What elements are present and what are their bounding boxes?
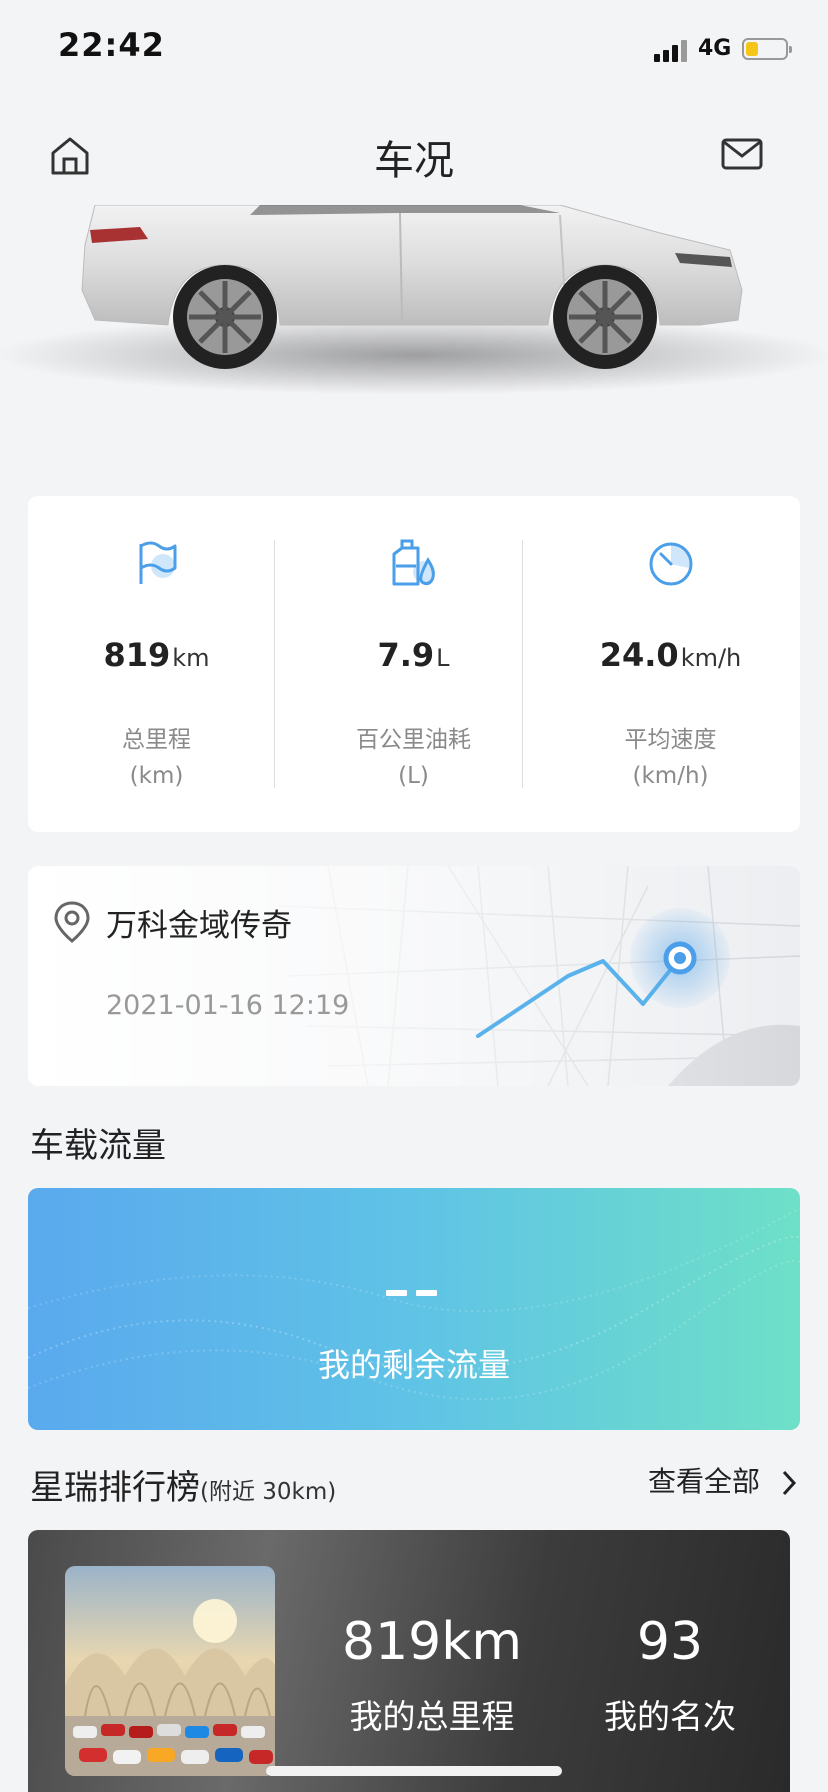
fuel-consumption-label: 百公里油耗 xyxy=(356,727,471,753)
average-speed-label: 平均速度 xyxy=(624,727,717,753)
stat-total-mileage[interactable]: 819km 总里程 (km) xyxy=(28,496,285,832)
average-speed-sublabel: (km/h) xyxy=(632,763,709,789)
fuel-consumption-value: 7.9 xyxy=(377,636,435,674)
status-time: 22:42 xyxy=(58,26,165,64)
view-all-link[interactable]: 查看全部 xyxy=(648,1460,799,1500)
my-rank-value: 93 xyxy=(636,1612,704,1672)
home-indicator[interactable] xyxy=(266,1766,562,1776)
fuel-icon xyxy=(392,539,435,586)
flag-icon xyxy=(139,541,176,584)
network-label: 4G xyxy=(698,36,732,61)
page-title: 车况 xyxy=(374,138,454,184)
fuel-consumption-sublabel: (L) xyxy=(398,763,429,789)
my-rank-label: 我的名次 xyxy=(604,1697,736,1736)
traffic-value: - - xyxy=(386,1290,438,1298)
speedometer-icon xyxy=(649,542,692,586)
ranking-title: 星瑞排行榜(附近 30km) xyxy=(30,1468,337,1508)
average-speed-value: 24.0 xyxy=(599,636,679,674)
traffic-label: 我的剩余流量 xyxy=(317,1346,510,1384)
vehicle-location-card[interactable] xyxy=(28,866,800,1086)
my-mileage-value: 819km xyxy=(341,1612,523,1672)
map-image xyxy=(28,866,800,1086)
view-all-label: 查看全部 xyxy=(648,1465,761,1498)
vehicle-stats-card: 819km 总里程 (km) 7.9L 百公里油耗 (L) 24.0km/h 平均速… xyxy=(28,496,800,832)
signal-icon xyxy=(652,38,692,62)
total-mileage-value: 819 xyxy=(103,636,171,674)
location-name: 万科金域传奇 xyxy=(106,908,292,944)
location-time: 2021-01-16 12:19 xyxy=(106,990,350,1021)
stat-fuel-consumption[interactable]: 7.9L 百公里油耗 (L) xyxy=(285,496,542,832)
ranking-subtitle: (附近 30km) xyxy=(200,1479,337,1505)
divider xyxy=(274,540,275,788)
car-image xyxy=(0,205,828,450)
mail-icon[interactable] xyxy=(720,136,764,174)
fuel-consumption-unit: L xyxy=(436,644,450,672)
chevron-right-icon xyxy=(782,1470,796,1496)
total-mileage-sublabel: (km) xyxy=(129,763,184,789)
traffic-section-title: 车载流量 xyxy=(30,1126,166,1166)
total-mileage-unit: km xyxy=(172,644,210,672)
average-speed-unit: km/h xyxy=(680,644,742,672)
total-mileage-label: 总里程 xyxy=(122,727,191,753)
stat-average-speed[interactable]: 24.0km/h 平均速度 (km/h) xyxy=(542,496,799,832)
divider xyxy=(522,540,523,788)
battery-icon xyxy=(742,38,792,60)
data-traffic-card[interactable] xyxy=(28,1188,800,1430)
wave-decoration xyxy=(28,1207,800,1401)
my-mileage-label: 我的总里程 xyxy=(349,1697,515,1736)
location-pin-icon xyxy=(54,901,90,943)
stadium-cars-image xyxy=(65,1566,275,1776)
